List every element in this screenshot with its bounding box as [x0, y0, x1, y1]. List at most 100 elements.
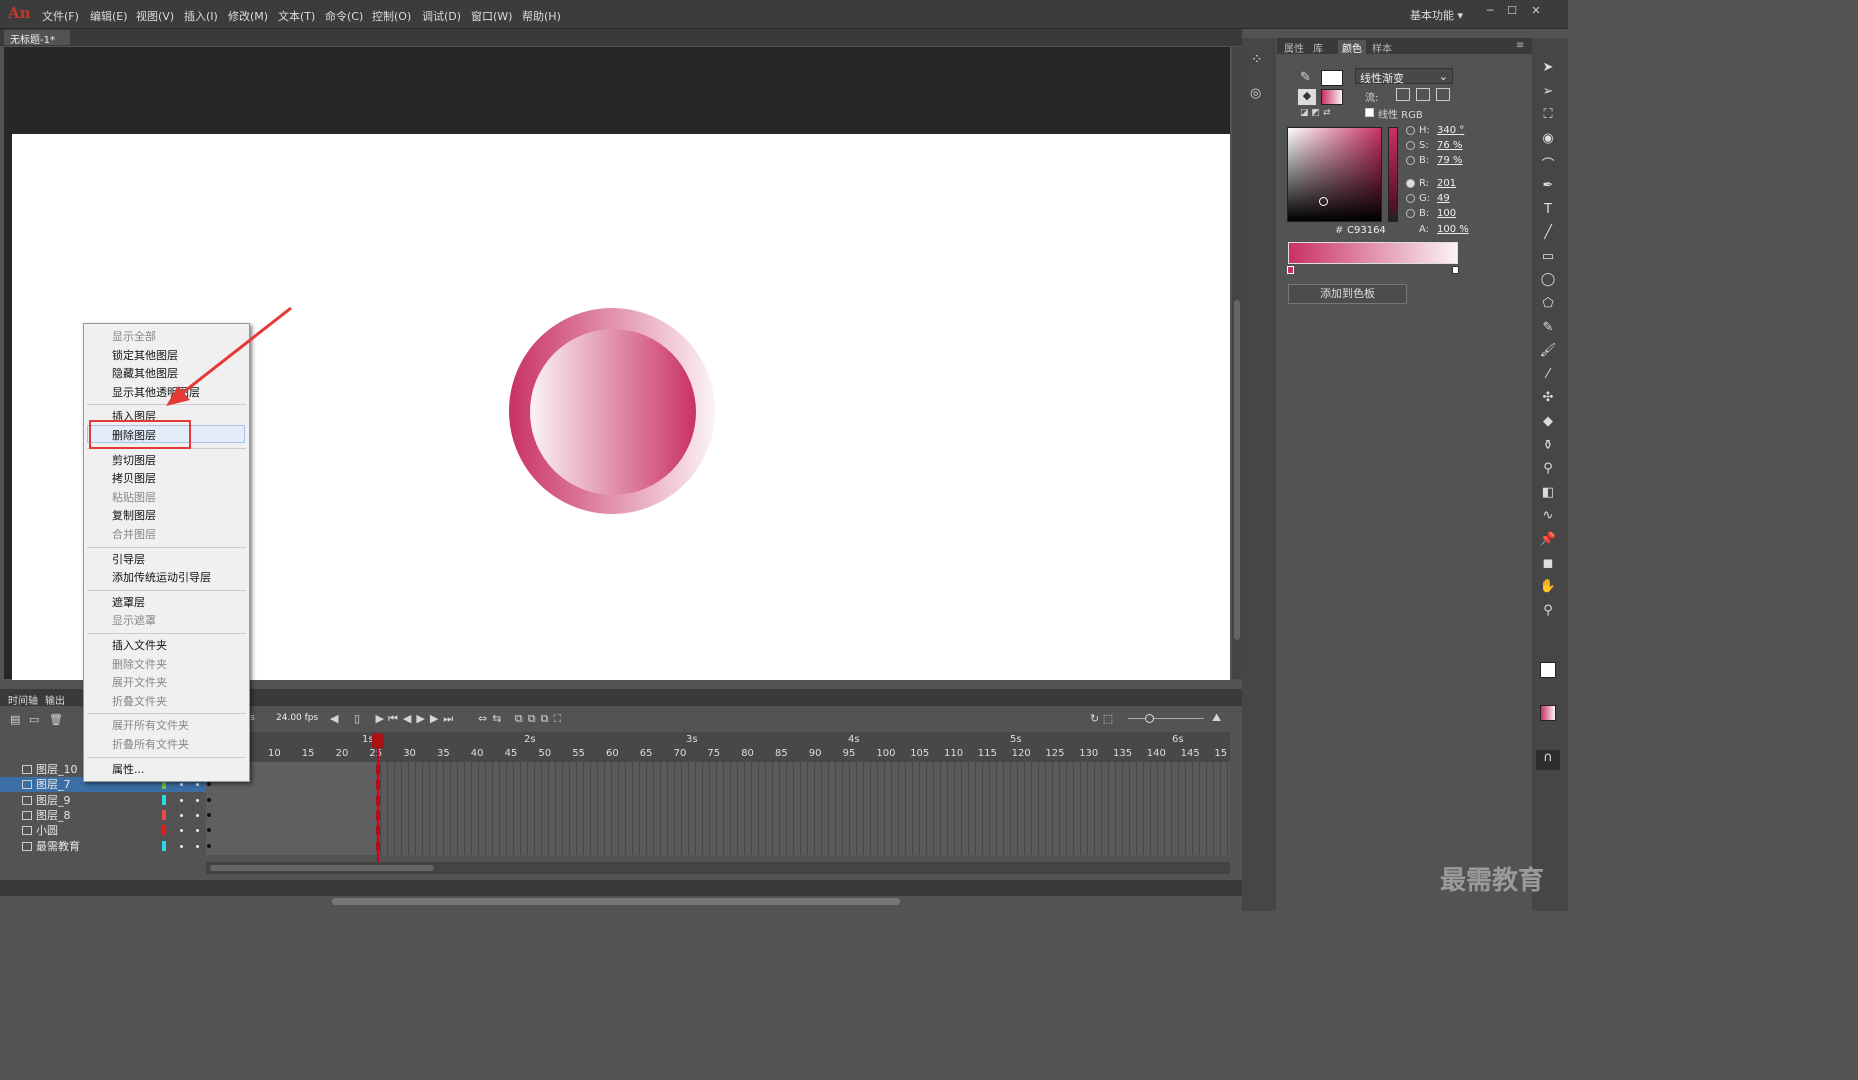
- keyframe-dot[interactable]: [207, 812, 211, 817]
- context-item[interactable]: 折叠所有文件夹: [112, 736, 189, 752]
- bone-tool-icon[interactable]: ✣: [1538, 390, 1558, 408]
- layer-outline-color[interactable]: [162, 794, 166, 805]
- menu-item-0[interactable]: 文件(F): [42, 8, 79, 24]
- fill-color-swatch[interactable]: [1321, 89, 1343, 105]
- fill-type-select[interactable]: 线性渐变 ⌄: [1355, 68, 1453, 85]
- paint-bucket-icon[interactable]: ◆: [1538, 414, 1558, 432]
- value-blue[interactable]: 100: [1437, 208, 1456, 219]
- value-b[interactable]: 79 %: [1437, 155, 1462, 166]
- radio-h[interactable]: [1406, 126, 1415, 135]
- stroke-color-swatch[interactable]: [1321, 70, 1343, 86]
- add-swatch-button[interactable]: 添加到色板: [1288, 284, 1407, 304]
- minimize-button[interactable]: ─: [1480, 4, 1500, 20]
- gradient-stop-right[interactable]: [1452, 266, 1459, 274]
- context-item[interactable]: 合并图层: [112, 526, 156, 542]
- hue-slider[interactable]: [1388, 127, 1398, 222]
- playback-controls[interactable]: ◀ ▯ ▶: [330, 712, 390, 725]
- pencil-tool-icon[interactable]: ✎: [1538, 320, 1558, 338]
- flow-extend-icon[interactable]: [1396, 88, 1410, 101]
- lock-dot[interactable]: [196, 798, 199, 802]
- loop-icons[interactable]: ⇔⇆ ⧉⧉⧉⛶: [478, 712, 566, 726]
- stroke-pencil-icon[interactable]: ✎: [1300, 70, 1311, 85]
- context-item[interactable]: 复制图层: [112, 507, 156, 523]
- subselection-tool-icon[interactable]: ➢: [1538, 84, 1558, 102]
- context-item[interactable]: 遮罩层: [112, 594, 145, 610]
- fill-swatch-small[interactable]: [1540, 705, 1556, 721]
- layer-outline-color[interactable]: [162, 825, 166, 836]
- menu-item-10[interactable]: 帮助(H): [522, 8, 561, 24]
- hand-tool-icon[interactable]: ✋: [1538, 579, 1558, 597]
- context-item[interactable]: 粘贴图层: [112, 489, 156, 505]
- radio-g[interactable]: [1406, 194, 1415, 203]
- radio-blue[interactable]: [1406, 209, 1415, 218]
- keyframe-dot[interactable]: [207, 843, 211, 848]
- new-folder-icon[interactable]: ▭: [29, 713, 39, 726]
- context-item[interactable]: 折叠文件夹: [112, 693, 167, 709]
- visibility-dot[interactable]: [180, 813, 183, 817]
- menu-item-2[interactable]: 视图(V): [136, 8, 174, 24]
- width-tool-icon[interactable]: ∿: [1538, 508, 1558, 526]
- flow-reflect-icon[interactable]: [1416, 88, 1430, 101]
- radio-s[interactable]: [1406, 141, 1415, 150]
- gradient-bar[interactable]: [1288, 242, 1458, 264]
- hex-value[interactable]: C93164: [1347, 225, 1386, 236]
- brush-tool-icon[interactable]: ⁄: [1538, 367, 1558, 385]
- context-item[interactable]: 添加传统运动引导层: [112, 569, 211, 585]
- menu-item-9[interactable]: 窗口(W): [471, 8, 512, 24]
- gradient-stop-left[interactable]: [1287, 266, 1294, 274]
- camera-icon[interactable]: ◼: [1538, 556, 1558, 574]
- context-item[interactable]: 删除文件夹: [112, 656, 167, 672]
- horizontal-scroll-thumb[interactable]: [332, 898, 900, 905]
- pen-icon[interactable]: ✒: [1538, 178, 1558, 196]
- swap-colors-icon[interactable]: ◪◩⇄: [1300, 108, 1334, 118]
- maximize-button[interactable]: ☐: [1502, 4, 1522, 20]
- tab-library[interactable]: 库: [1313, 40, 1323, 55]
- lock-dot[interactable]: [196, 813, 199, 817]
- flow-repeat-icon[interactable]: [1436, 88, 1450, 101]
- free-transform-icon[interactable]: ⛶: [1538, 107, 1558, 125]
- value-alpha[interactable]: 100 %: [1437, 224, 1469, 235]
- fill-bucket-icon[interactable]: ◆: [1298, 89, 1316, 105]
- context-item[interactable]: 显示遮罩: [112, 612, 156, 628]
- visibility-dot[interactable]: [180, 844, 183, 848]
- cc-libraries-icon[interactable]: ◎: [1250, 86, 1261, 101]
- value-g[interactable]: 49: [1437, 193, 1450, 204]
- workspace-switcher[interactable]: 基本功能 ▾: [1410, 7, 1463, 23]
- mountain-icon[interactable]: ⛰: [1212, 711, 1221, 725]
- radio-b[interactable]: [1406, 156, 1415, 165]
- oval-tool-icon[interactable]: ◯: [1538, 272, 1558, 290]
- 3d-rotation-icon[interactable]: ◉: [1538, 131, 1558, 149]
- menu-item-8[interactable]: 调试(D): [422, 8, 461, 24]
- linear-rgb-checkbox[interactable]: [1365, 108, 1374, 117]
- layer-outline-color[interactable]: [162, 809, 166, 820]
- playhead-marker[interactable]: [372, 734, 384, 748]
- context-item[interactable]: 插入文件夹: [112, 637, 167, 653]
- polystar-tool-icon[interactable]: ⬠: [1538, 296, 1558, 314]
- menu-item-5[interactable]: 文本(T): [278, 8, 315, 24]
- visibility-dot[interactable]: [180, 798, 183, 802]
- layer-outline-color[interactable]: [162, 840, 166, 851]
- line-tool-icon[interactable]: ╱: [1538, 225, 1558, 243]
- tab-color[interactable]: 颜色: [1338, 40, 1366, 55]
- value-s[interactable]: 76 %: [1437, 140, 1462, 151]
- center-frame-icon[interactable]: ↻ ⬚: [1090, 712, 1113, 725]
- panel-menu-icon[interactable]: ≡: [1516, 40, 1524, 51]
- paintbrush-icon[interactable]: 🖌: [1538, 343, 1558, 361]
- transport-controls[interactable]: ⏮◀▶▶⏭: [388, 712, 458, 726]
- menu-item-1[interactable]: 编辑(E): [90, 8, 128, 24]
- value-r[interactable]: 201: [1437, 178, 1456, 189]
- context-item[interactable]: 引导层: [112, 551, 145, 567]
- timeline-scroll-thumb[interactable]: [210, 865, 434, 871]
- snap-magnet-icon[interactable]: ∩: [1536, 750, 1560, 770]
- lasso-icon[interactable]: ⌒: [1538, 154, 1558, 173]
- keyframe-dot[interactable]: [207, 797, 211, 802]
- close-button[interactable]: ✕: [1526, 4, 1546, 20]
- stage-scroll-thumb[interactable]: [1234, 300, 1240, 640]
- menu-item-3[interactable]: 插入(I): [184, 8, 218, 24]
- lock-dot[interactable]: [196, 844, 199, 848]
- tab-swatches[interactable]: 样本: [1372, 40, 1392, 55]
- stroke-swatch-small[interactable]: [1540, 662, 1556, 678]
- tab-output[interactable]: 输出: [45, 692, 65, 707]
- context-item[interactable]: 展开文件夹: [112, 674, 167, 690]
- context-item[interactable]: 属性...: [112, 761, 145, 777]
